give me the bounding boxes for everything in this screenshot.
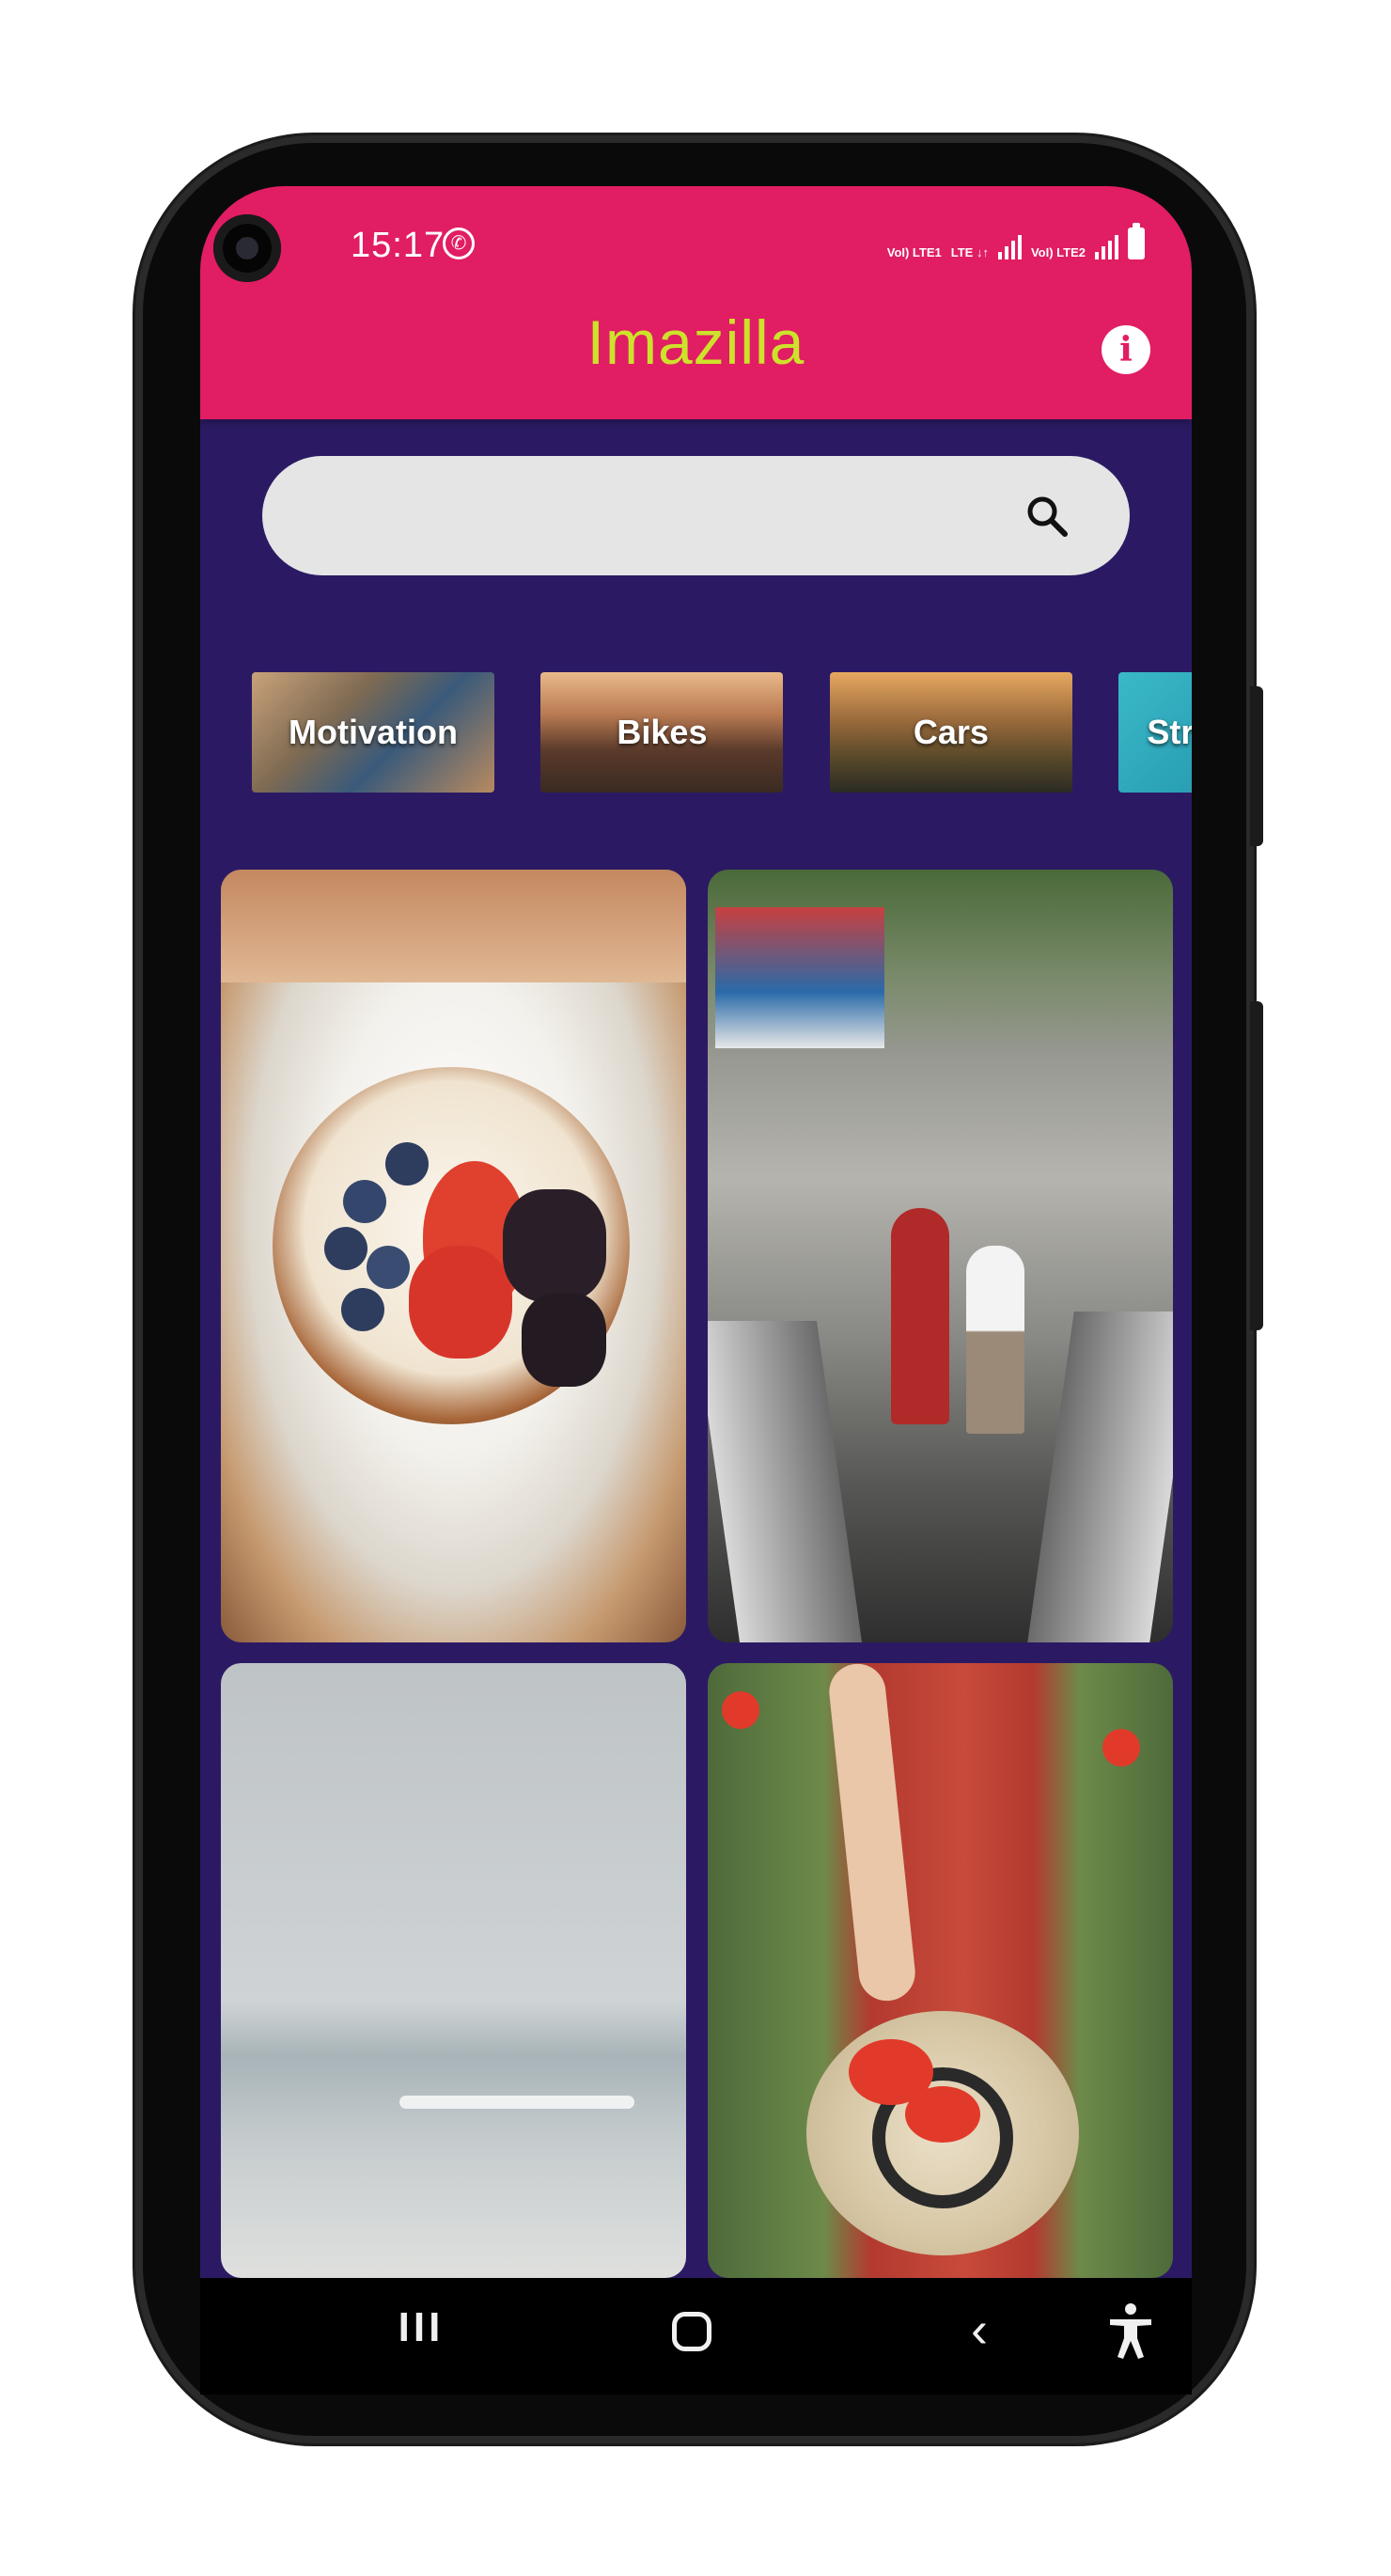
search-input[interactable]	[262, 456, 1130, 575]
escalator-rail-left	[708, 1321, 863, 1642]
photo-tile-beach-and-sea[interactable]	[221, 1663, 686, 2278]
category-list: Motivation Bikes Cars Str	[252, 672, 1192, 794]
category-street[interactable]: Str	[1118, 672, 1192, 793]
accessibility-icon[interactable]	[1102, 2301, 1159, 2361]
info-glyph: i	[1119, 330, 1133, 369]
power-button	[1250, 1001, 1263, 1330]
system-nav-bar: III ‹	[200, 2278, 1192, 2395]
photo-kiosk	[715, 907, 884, 1048]
blueberry	[341, 1288, 384, 1331]
strawberry	[409, 1246, 512, 1359]
back-button[interactable]: ‹	[971, 2304, 988, 2355]
blueberry	[385, 1142, 429, 1186]
app-screen: 15:17 ✆ VoI) LTE1 LTE ↓↑ VoI) LTE2 Imazi…	[200, 186, 1192, 2278]
category-motivation[interactable]: Motivation	[252, 672, 494, 793]
category-label: Cars	[913, 713, 989, 751]
photo-background	[221, 870, 686, 982]
photo-girl	[891, 1208, 949, 1424]
blackberry	[522, 1293, 606, 1387]
category-label: Motivation	[289, 713, 458, 751]
category-cars[interactable]: Cars	[829, 672, 1072, 793]
category-label: Str	[1147, 713, 1192, 751]
photo-poppy	[1102, 1729, 1140, 1767]
photo-poppy	[722, 1691, 759, 1729]
signal-icon	[997, 231, 1022, 259]
front-camera	[213, 214, 281, 282]
network-label-lte2: VoI) LTE2	[1030, 245, 1086, 259]
photo-poppy	[905, 2086, 980, 2143]
photo-tile-plate-with-berries[interactable]	[221, 870, 686, 1642]
photo-tile-children-on-escalator[interactable]	[708, 870, 1173, 1642]
app-bar: 15:17 ✆ VoI) LTE1 LTE ↓↑ VoI) LTE2 Imazi…	[200, 186, 1192, 419]
recent-apps-button[interactable]: III	[393, 2304, 449, 2351]
category-bikes[interactable]: Bikes	[540, 672, 784, 793]
photo-arm	[826, 1663, 918, 2004]
search-icon[interactable]	[1023, 492, 1071, 541]
blueberry	[324, 1227, 367, 1270]
battery-icon	[1128, 223, 1145, 259]
app-title: Imazilla	[586, 307, 805, 377]
blueberry	[367, 1246, 410, 1289]
network-label-lte-arrows: LTE ↓↑	[950, 245, 989, 259]
status-time: 15:17	[351, 226, 445, 265]
photo-wave	[399, 2096, 634, 2109]
signal-icon-2	[1095, 231, 1118, 259]
home-button[interactable]	[672, 2312, 711, 2351]
info-icon[interactable]: i	[1102, 325, 1150, 374]
network-label-lte1: VoI) LTE1	[886, 245, 942, 259]
photo-boy	[966, 1246, 1024, 1434]
blueberry	[343, 1180, 386, 1223]
escalator-rail-right	[1027, 1312, 1173, 1642]
photo-tile-woman-with-hat[interactable]	[708, 1663, 1173, 2278]
call-icon: ✆	[443, 228, 475, 259]
status-indicators: VoI) LTE1 LTE ↓↑ VoI) LTE2	[886, 223, 1145, 259]
volume-button	[1250, 686, 1263, 846]
category-label: Bikes	[617, 713, 708, 751]
blackberry	[503, 1189, 606, 1302]
